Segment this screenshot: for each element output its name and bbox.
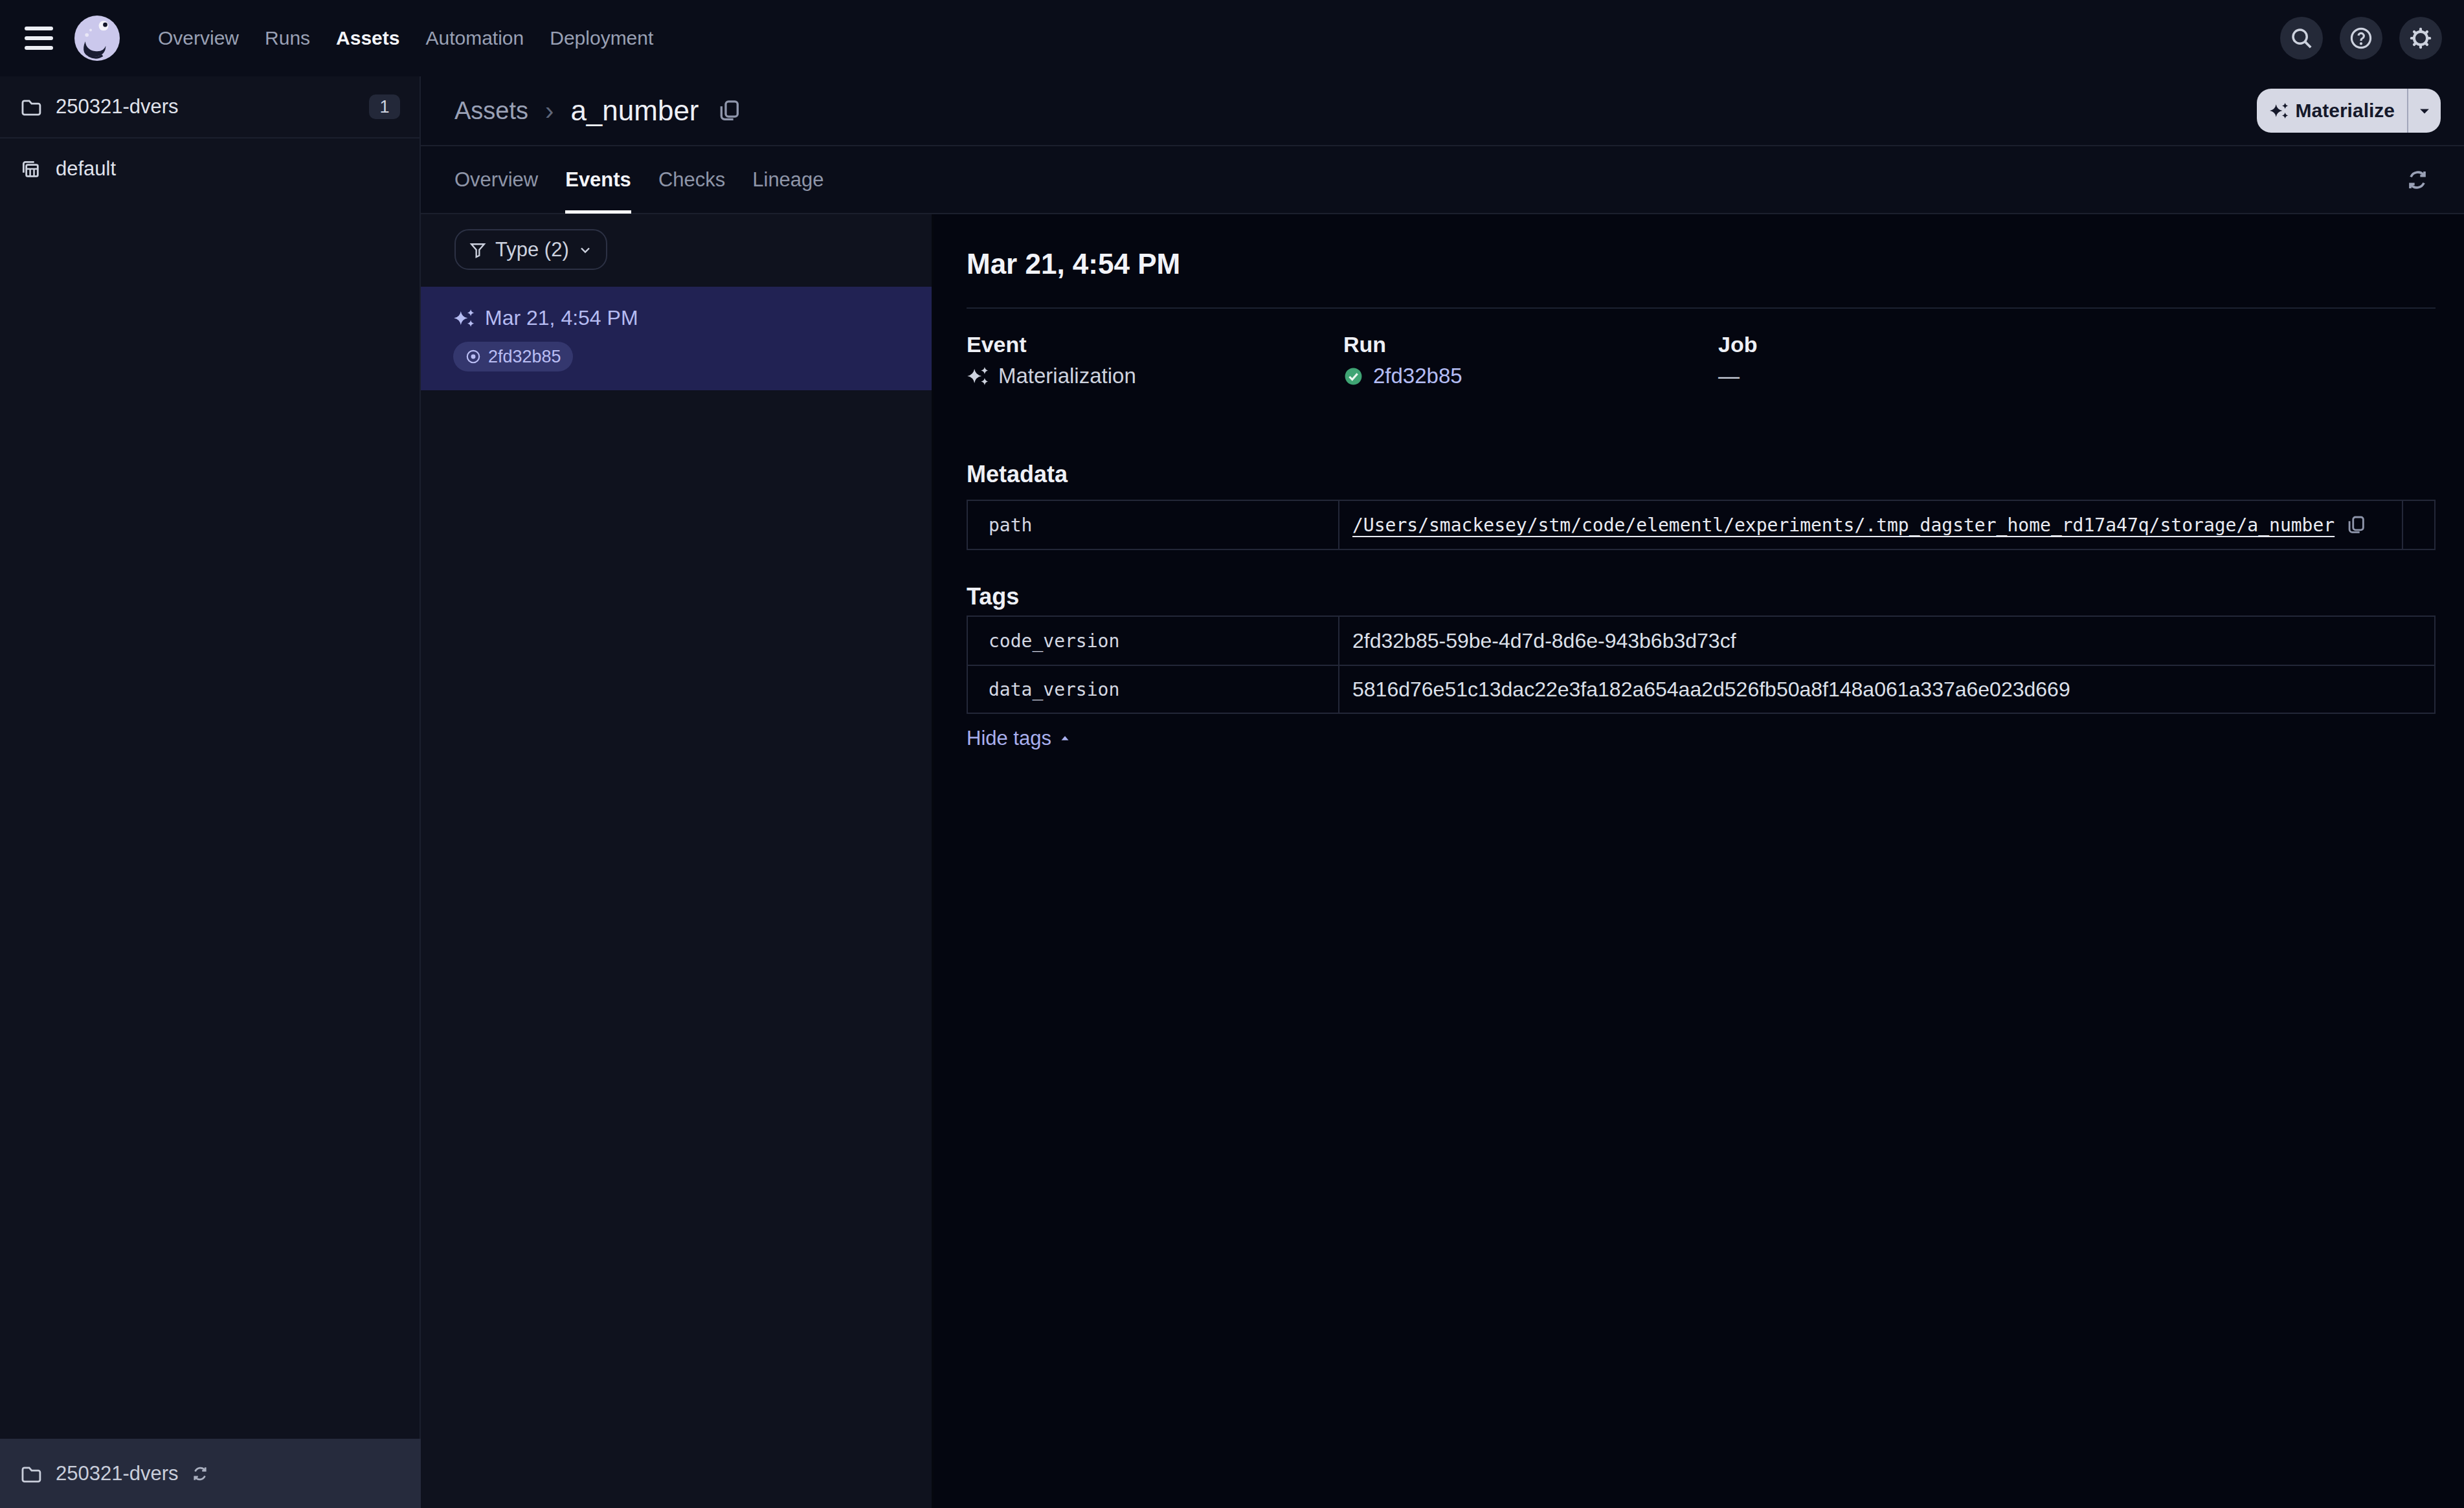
search-icon bbox=[2289, 26, 2314, 50]
sidebar-group-label: 250321-dvers bbox=[56, 95, 179, 118]
materialize-icon bbox=[2269, 101, 2289, 120]
run-column-label: Run bbox=[1343, 332, 1718, 357]
sidebar-group-row[interactable]: 250321-dvers 1 bbox=[0, 76, 420, 139]
event-list-item[interactable]: Mar 21, 4:54 PM 2fd32b85 bbox=[421, 287, 932, 390]
sidebar-item-default[interactable]: default bbox=[0, 139, 420, 199]
event-run-badge[interactable]: 2fd32b85 bbox=[453, 342, 573, 371]
refresh-button[interactable] bbox=[2397, 159, 2438, 201]
copy-icon[interactable] bbox=[2345, 514, 2367, 536]
dagster-logo[interactable] bbox=[71, 12, 123, 64]
tags-heading: Tags bbox=[967, 583, 2436, 610]
materialize-dropdown[interactable] bbox=[2408, 89, 2441, 133]
breadcrumb-assets[interactable]: Assets bbox=[454, 97, 528, 125]
sync-icon[interactable] bbox=[190, 1464, 210, 1483]
nav-overview[interactable]: Overview bbox=[158, 27, 239, 49]
menu-icon[interactable] bbox=[25, 27, 53, 50]
breadcrumb-separator: › bbox=[545, 96, 554, 126]
nav-assets[interactable]: Assets bbox=[336, 27, 399, 49]
sidebar-footer-label: 250321-dvers bbox=[56, 1462, 179, 1485]
event-time: Mar 21, 4:54 PM bbox=[485, 306, 638, 330]
settings-button[interactable] bbox=[2399, 17, 2442, 60]
asset-sidebar: 250321-dvers 1 default 250321-dvers bbox=[0, 76, 421, 1508]
caret-up-icon bbox=[1058, 731, 1072, 746]
folder-icon bbox=[19, 1463, 41, 1485]
page-title: a_number bbox=[570, 94, 699, 127]
job-value: — bbox=[1718, 364, 1740, 388]
tag-value: 2fd32b85-59be-4d7d-8d6e-943b6b3d73cf bbox=[1339, 617, 2434, 665]
tag-value: 5816d76e51c13dac22e3fa182a654aa2d526fb50… bbox=[1339, 666, 2434, 713]
asset-group-icon bbox=[19, 158, 41, 180]
tag-key: data_version bbox=[968, 666, 1339, 713]
event-type-value: Materialization bbox=[998, 364, 1136, 388]
event-column-label: Event bbox=[967, 332, 1343, 357]
run-link[interactable]: 2fd32b85 bbox=[1373, 364, 1462, 388]
top-nav: Overview Runs Assets Automation Deployme… bbox=[0, 0, 2464, 76]
refresh-icon bbox=[2404, 167, 2430, 193]
hide-tags-link[interactable]: Hide tags bbox=[967, 727, 1072, 750]
copy-icon[interactable] bbox=[716, 98, 742, 124]
tag-key: code_version bbox=[968, 617, 1339, 665]
hide-tags-label: Hide tags bbox=[967, 727, 1051, 750]
nav-runs[interactable]: Runs bbox=[265, 27, 310, 49]
materialization-icon bbox=[453, 307, 475, 329]
tab-events[interactable]: Events bbox=[565, 146, 631, 214]
type-filter-button[interactable]: Type (2) bbox=[454, 229, 607, 270]
help-icon bbox=[2349, 26, 2373, 50]
materialization-icon bbox=[967, 365, 989, 387]
tags-row-code-version: code_version 2fd32b85-59be-4d7d-8d6e-943… bbox=[968, 617, 2434, 665]
metadata-table: path /Users/smackesey/stm/code/elementl/… bbox=[967, 500, 2436, 550]
materialize-label: Materialize bbox=[2296, 100, 2395, 122]
tab-checks[interactable]: Checks bbox=[658, 146, 725, 214]
tags-table: code_version 2fd32b85-59be-4d7d-8d6e-943… bbox=[967, 615, 2436, 714]
nav-deployment[interactable]: Deployment bbox=[550, 27, 653, 49]
job-column-label: Job bbox=[1718, 332, 2436, 357]
path-link[interactable]: /Users/smackesey/stm/code/elementl/exper… bbox=[1352, 515, 2335, 536]
materialize-button[interactable]: Materialize bbox=[2257, 89, 2441, 133]
caret-down-icon bbox=[2415, 101, 2434, 120]
asset-tabs: Overview Events Checks Lineage bbox=[421, 146, 2464, 214]
page-header: Assets › a_number Materialize bbox=[421, 76, 2464, 146]
nav-automation[interactable]: Automation bbox=[425, 27, 524, 49]
events-list-panel: Type (2) Mar 21, 4:54 PM 2fd32b85 bbox=[421, 214, 934, 1508]
run-target-icon bbox=[465, 348, 482, 365]
metadata-key: path bbox=[968, 501, 1339, 549]
gear-icon bbox=[2408, 26, 2433, 50]
run-success-icon bbox=[1343, 366, 1363, 386]
metadata-heading: Metadata bbox=[967, 461, 2436, 488]
sidebar-group-count: 1 bbox=[369, 94, 400, 119]
tags-row-data-version: data_version 5816d76e51c13dac22e3fa182a6… bbox=[968, 665, 2434, 713]
event-run-id: 2fd32b85 bbox=[488, 347, 561, 367]
tab-overview[interactable]: Overview bbox=[454, 146, 538, 214]
chevron-down-icon bbox=[577, 242, 593, 258]
nav-items: Overview Runs Assets Automation Deployme… bbox=[158, 27, 653, 49]
filter-icon bbox=[469, 241, 487, 259]
event-detail-pane: Mar 21, 4:54 PM Event Materialization Ru… bbox=[935, 214, 2464, 1508]
tab-lineage[interactable]: Lineage bbox=[752, 146, 823, 214]
sidebar-item-label: default bbox=[56, 157, 116, 181]
metadata-row-path: path /Users/smackesey/stm/code/elementl/… bbox=[968, 501, 2434, 549]
search-button[interactable] bbox=[2280, 17, 2323, 60]
help-button[interactable] bbox=[2340, 17, 2382, 60]
folder-icon bbox=[19, 96, 41, 118]
event-detail-title: Mar 21, 4:54 PM bbox=[967, 248, 2436, 280]
sidebar-footer[interactable]: 250321-dvers bbox=[0, 1439, 421, 1508]
type-filter-label: Type (2) bbox=[495, 238, 569, 261]
